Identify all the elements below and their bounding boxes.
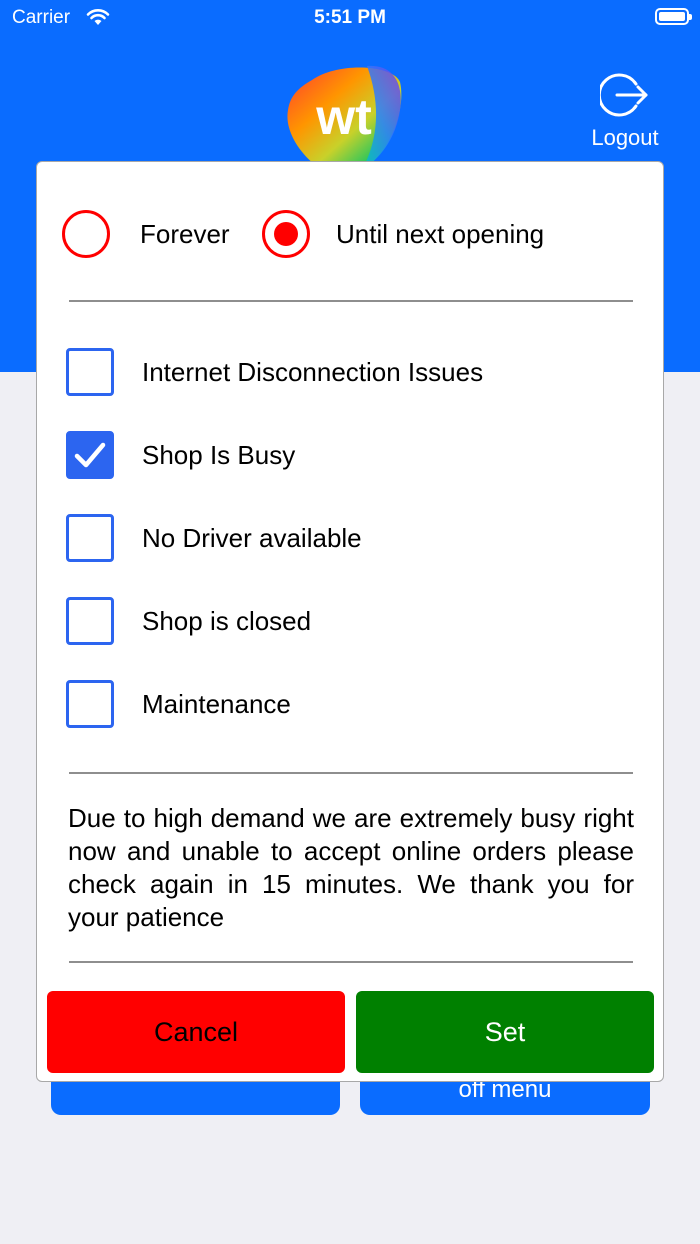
- divider-middle: [69, 772, 633, 774]
- reason-maintenance-label: Maintenance: [142, 688, 291, 719]
- reason-internet-disconnection-label: Internet Disconnection Issues: [142, 356, 484, 387]
- radio-until-next-opening-label: Until next opening: [336, 218, 545, 249]
- divider-top: [69, 300, 633, 302]
- reason-no-driver-checkbox[interactable]: [66, 514, 114, 562]
- logout-label: Logout: [591, 125, 659, 150]
- radio-until-next-opening[interactable]: Until next opening: [262, 206, 544, 262]
- reason-shop-closed-label: Shop is closed: [142, 605, 312, 636]
- logout-icon: [597, 73, 648, 117]
- reason-shop-busy-checkbox[interactable]: [66, 431, 114, 479]
- divider-bottom: [69, 961, 633, 963]
- reason-maintenance-checkbox[interactable]: [66, 680, 114, 728]
- svg-text:wt: wt: [315, 89, 372, 145]
- reason-no-driver[interactable]: No Driver available: [66, 513, 362, 563]
- reason-shop-busy-label: Shop Is Busy: [142, 439, 296, 470]
- radio-forever-indicator: [62, 210, 110, 258]
- status-bar: Carrier 5:51 PM: [0, 0, 700, 36]
- closure-message[interactable]: Due to high demand we are extremely busy…: [68, 802, 634, 934]
- radio-until-next-opening-indicator: [262, 210, 310, 258]
- set-button[interactable]: Set: [356, 991, 654, 1073]
- reason-shop-closed[interactable]: Shop is closed: [66, 596, 311, 646]
- reason-internet-disconnection[interactable]: Internet Disconnection Issues: [66, 347, 483, 397]
- app-logo: wt: [287, 65, 402, 170]
- reason-maintenance[interactable]: Maintenance: [66, 679, 291, 729]
- cancel-button[interactable]: Cancel: [47, 991, 345, 1073]
- checkmark-icon: [74, 442, 106, 468]
- status-time: 5:51 PM: [314, 7, 386, 28]
- close-shop-dialog: Forever Until next opening Internet Disc…: [36, 161, 664, 1082]
- reason-shop-closed-checkbox[interactable]: [66, 597, 114, 645]
- reason-shop-busy[interactable]: Shop Is Busy: [66, 430, 295, 480]
- logout-button[interactable]: Logout: [584, 72, 666, 151]
- radio-forever-label: Forever: [140, 218, 230, 249]
- reason-internet-disconnection-checkbox[interactable]: [66, 348, 114, 396]
- battery-icon: [655, 8, 692, 25]
- radio-forever[interactable]: Forever: [62, 206, 230, 262]
- reason-no-driver-label: No Driver available: [142, 522, 362, 553]
